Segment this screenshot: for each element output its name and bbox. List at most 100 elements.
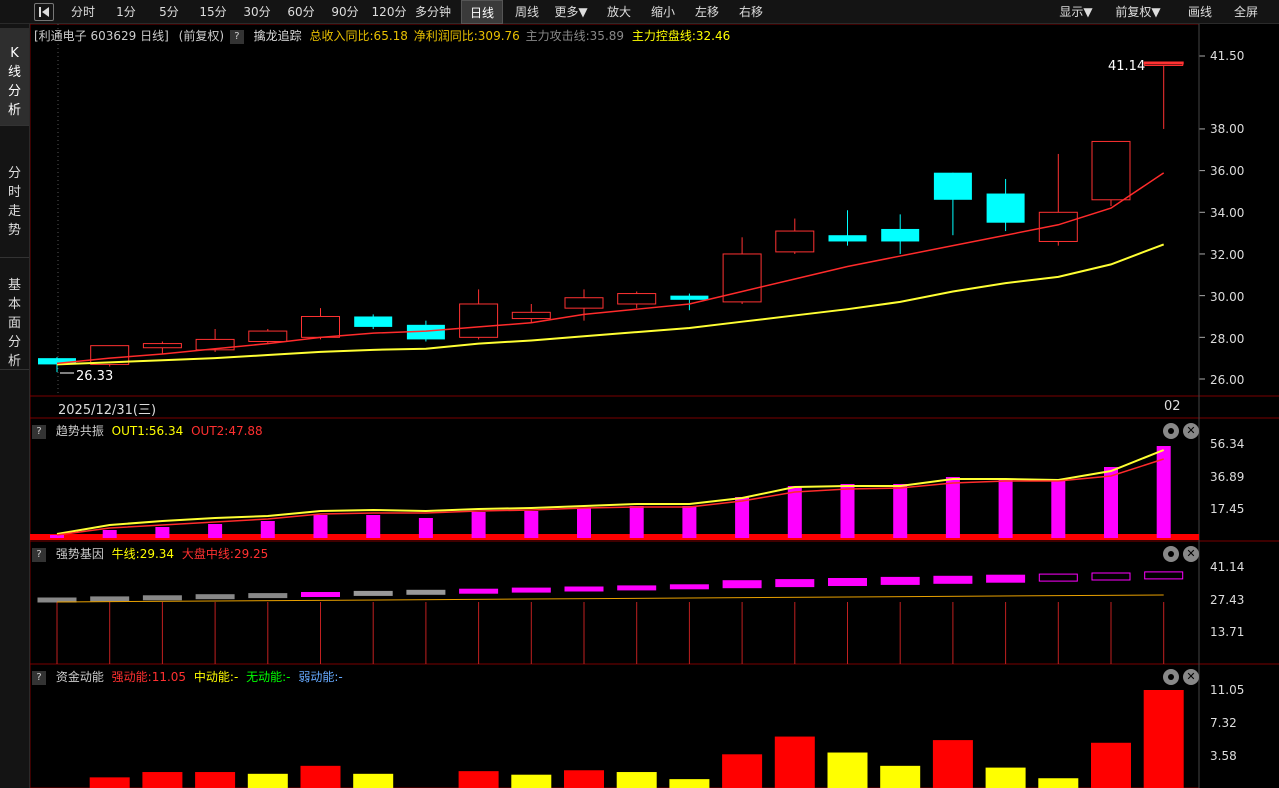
fund-bar [564, 770, 604, 788]
candle-body-down [881, 228, 920, 242]
help-icon[interactable]: ? [229, 29, 244, 44]
left-tab-char: 基 [7, 278, 21, 293]
y-axis-label: 38.00 [1210, 122, 1245, 136]
fund-settings-gear-icon[interactable] [1163, 669, 1179, 685]
period-button-1[interactable]: 1分 [107, 0, 145, 24]
y-axis-label: 28.00 [1210, 332, 1245, 346]
out2-line [56, 458, 1164, 536]
strength-box [301, 592, 340, 597]
y-axis-label: 7.32 [1210, 716, 1237, 730]
toolbar-right-button-2[interactable]: 画线 [1180, 0, 1220, 24]
period-button-9[interactable]: 日线 [461, 0, 503, 24]
left-tab-char: 线 [7, 65, 21, 80]
fund-bar [1143, 690, 1184, 788]
trend-bar [102, 530, 117, 538]
trend-bar [577, 508, 591, 538]
trend-close-icon[interactable]: ✕ [1183, 423, 1199, 439]
period-button-15[interactable]: 右移 [731, 0, 771, 24]
candle-body-down [986, 193, 1025, 223]
help-icon[interactable]: ? [32, 670, 46, 685]
fund-bar [89, 777, 130, 788]
strength-settings-gear-icon[interactable] [1163, 546, 1179, 562]
fund-bar [300, 765, 341, 788]
toolbar-right-button-0[interactable]: 显示▼ [1052, 0, 1100, 24]
y-axis-label: 26.00 [1210, 373, 1245, 387]
y-axis-label: 32.00 [1210, 248, 1245, 262]
period-button-12[interactable]: 放大 [599, 0, 639, 24]
strength-box [142, 595, 182, 601]
left-tab-0[interactable]: K线分析 [0, 28, 29, 126]
left-tab-2[interactable]: 基本面分析 [0, 260, 29, 370]
strength-box [828, 578, 867, 586]
help-icon[interactable]: ? [32, 424, 46, 439]
weak-energy: 弱动能:- [298, 670, 343, 684]
back-button[interactable] [34, 3, 54, 21]
fund-bar [511, 774, 552, 788]
low-price-marker: 26.33 [76, 369, 114, 384]
no-energy: 无动能:- [246, 670, 291, 684]
strength-box [353, 590, 393, 596]
fund-close-icon[interactable]: ✕ [1183, 669, 1199, 685]
fund-bar [1038, 778, 1079, 788]
date-label-right: 02 [1164, 399, 1181, 414]
strength-box [775, 579, 815, 588]
left-tab-char: 面 [7, 316, 21, 331]
period-button-14[interactable]: 左移 [687, 0, 727, 24]
period-button-0[interactable]: 分时 [63, 0, 103, 24]
left-tab-1[interactable]: 分时走势 [0, 148, 29, 258]
fund-bar [880, 765, 921, 788]
trend-bar [787, 486, 802, 538]
toolbar-right-button-3[interactable]: 全屏 [1226, 0, 1266, 24]
period-button-4[interactable]: 30分 [237, 0, 277, 24]
y-axis-label: 41.50 [1210, 49, 1245, 63]
trend-bar [945, 477, 960, 538]
fund-panel-name: 资金动能 [55, 670, 104, 684]
help-icon[interactable]: ? [32, 547, 46, 562]
period-button-5[interactable]: 60分 [281, 0, 321, 24]
strength-box [880, 576, 920, 585]
left-tab-char: 分 [7, 166, 21, 181]
fund-bar [458, 771, 499, 788]
left-tab-char: 势 [7, 223, 21, 238]
y-axis-label: 34.00 [1210, 206, 1245, 220]
candle-body-up [142, 343, 182, 349]
strength-box [195, 594, 235, 600]
period-button-13[interactable]: 缩小 [643, 0, 683, 24]
trend-bar [471, 512, 486, 538]
strength-box [986, 574, 1026, 583]
fund-bar [774, 736, 815, 788]
candle-body-down [670, 295, 709, 300]
strength-box [406, 589, 446, 595]
fund-bar [932, 740, 973, 788]
fund-bar [353, 773, 394, 788]
trend-panel-header: ? 趋势共振 OUT1:56.34 OUT2:47.88 [30, 421, 263, 441]
period-button-11[interactable]: 更多▼ [551, 0, 591, 24]
trend-bar [366, 515, 381, 538]
candle-body-up [459, 303, 499, 338]
trend-bar [260, 521, 275, 538]
left-tab-char: 分 [7, 84, 21, 99]
candle-body-up [248, 330, 288, 342]
period-button-7[interactable]: 120分 [369, 0, 409, 24]
period-button-8[interactable]: 多分钟 [413, 0, 453, 24]
strength-panel-header: ? 强势基因 牛线:29.34 大盘中线:29.25 [30, 544, 268, 564]
y-axis-label: 27.43 [1210, 593, 1245, 607]
trend-settings-gear-icon[interactable] [1163, 423, 1179, 439]
strength-close-icon[interactable]: ✕ [1183, 546, 1199, 562]
period-button-2[interactable]: 5分 [149, 0, 189, 24]
period-button-10[interactable]: 周线 [507, 0, 547, 24]
y-axis-label: 11.05 [1210, 683, 1245, 697]
bull-line-value: 牛线:29.34 [111, 547, 175, 561]
period-button-3[interactable]: 15分 [193, 0, 233, 24]
toolbar-right-button-1[interactable]: 前复权▼ [1110, 0, 1166, 24]
candle-body-up [511, 311, 551, 320]
candle-body-up [617, 293, 657, 305]
y-axis-label: 30.00 [1210, 290, 1245, 304]
strength-box [1144, 571, 1184, 580]
revenue-yoy: 总收入同比:65.18 [309, 29, 408, 43]
y-axis-label: 3.58 [1210, 749, 1237, 763]
y-axis-label: 17.45 [1210, 502, 1245, 516]
period-button-6[interactable]: 90分 [325, 0, 365, 24]
main-panel-header: [利通电子 603629 日线] (前复权) ? 擒龙追踪 总收入同比:65.1… [30, 26, 730, 46]
left-tab-char: 析 [7, 103, 21, 118]
